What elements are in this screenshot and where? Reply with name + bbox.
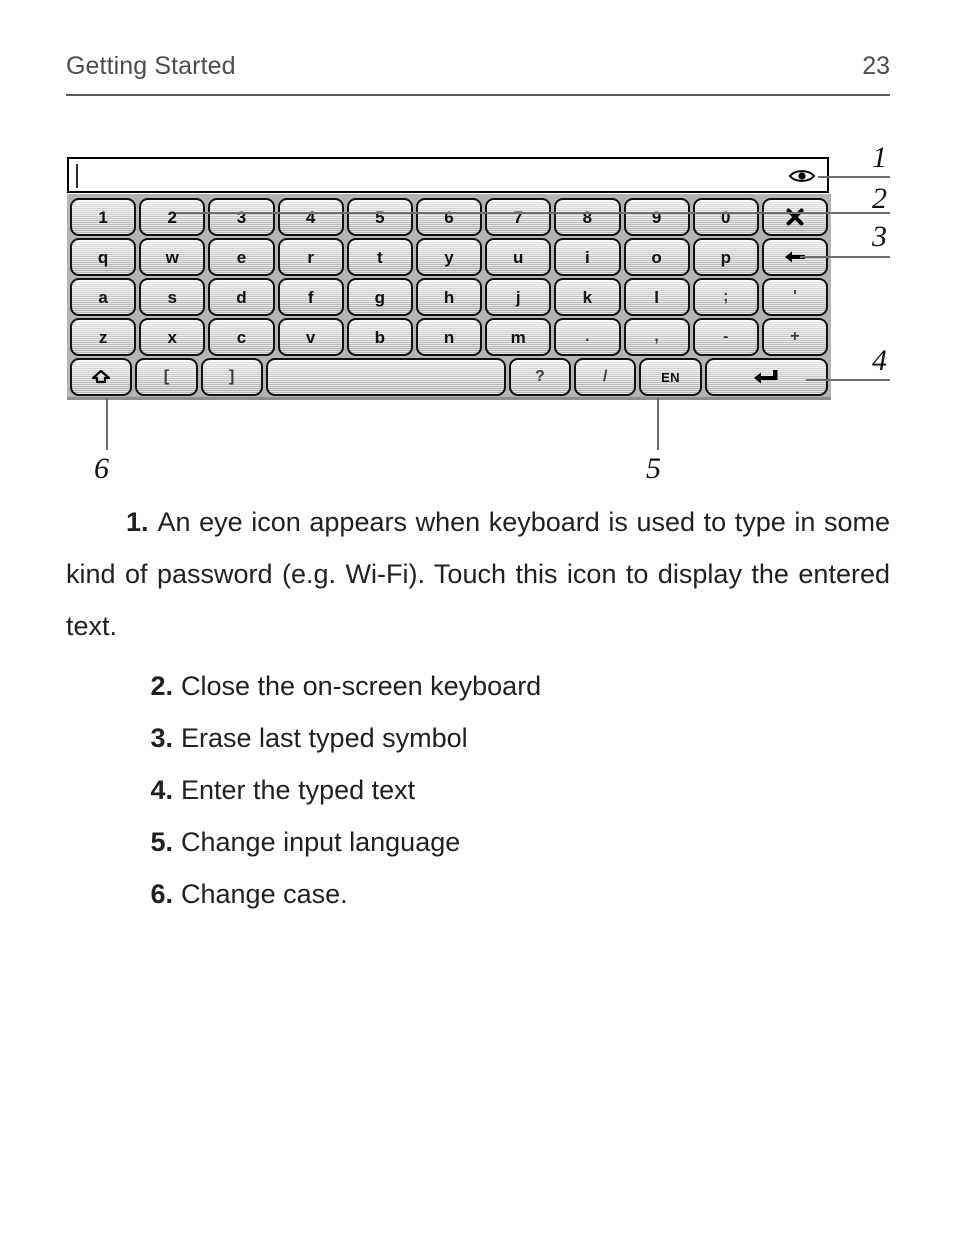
keyboard-row-qwerty: q w e r t y u i o p: [70, 238, 829, 276]
keyboard-row-function: [ ] ? / EN: [70, 358, 828, 396]
list-item-4: 4. Enter the typed text: [66, 764, 890, 816]
keyboard-figure: 1 2 3 4 5 6 7 8 9 0 q w e r t y u i o p …: [0, 0, 954, 500]
key-r[interactable]: r: [277, 238, 344, 276]
key-w[interactable]: w: [139, 238, 206, 276]
space-key[interactable]: [265, 358, 506, 396]
list-marker-6: 6.: [150, 879, 173, 909]
key-4[interactable]: 4: [277, 198, 344, 236]
key-n[interactable]: n: [415, 318, 483, 356]
key-t[interactable]: t: [346, 238, 413, 276]
key-f[interactable]: f: [277, 278, 344, 316]
key-m[interactable]: m: [485, 318, 552, 356]
list-item-2: 2. Close the on-screen keyboard: [66, 660, 890, 712]
key-semicolon[interactable]: ;: [692, 278, 759, 316]
key-apostrophe[interactable]: ': [761, 278, 829, 316]
key-l[interactable]: l: [623, 278, 690, 316]
key-8[interactable]: 8: [554, 198, 621, 236]
close-icon: [785, 207, 805, 227]
key-1[interactable]: 1: [70, 198, 137, 236]
list-text-5: Change input language: [181, 827, 461, 857]
key-minus[interactable]: -: [692, 318, 759, 356]
key-z[interactable]: z: [70, 318, 137, 356]
leader-line-3: [800, 256, 890, 258]
key-3[interactable]: 3: [208, 198, 275, 236]
key-q[interactable]: q: [70, 238, 137, 276]
key-bracket-right[interactable]: ]: [200, 358, 263, 396]
keyboard-row-numbers: 1 2 3 4 5 6 7 8 9 0: [70, 198, 829, 236]
key-d[interactable]: d: [208, 278, 275, 316]
list-marker-2: 2.: [150, 671, 173, 701]
key-s[interactable]: s: [139, 278, 206, 316]
enter-icon: [753, 369, 779, 385]
list-marker-4: 4.: [150, 775, 173, 805]
list-marker-5: 5.: [150, 827, 173, 857]
key-y[interactable]: y: [415, 238, 483, 276]
close-key[interactable]: [761, 198, 829, 236]
key-x[interactable]: x: [139, 318, 206, 356]
key-slash[interactable]: /: [574, 358, 637, 396]
leader-line-4: [806, 379, 890, 381]
virtual-keyboard[interactable]: 1 2 3 4 5 6 7 8 9 0 q w e r t y u i o p …: [67, 194, 831, 400]
key-a[interactable]: a: [70, 278, 137, 316]
leader-line-6: [106, 398, 108, 450]
callout-4: 4: [872, 344, 887, 377]
list-item-3: 3. Erase last typed symbol: [66, 712, 890, 764]
enter-key[interactable]: [704, 358, 828, 396]
list-item-6: 6. Change case.: [66, 868, 890, 920]
key-k[interactable]: k: [554, 278, 621, 316]
list-text-2: Close the on-screen keyboard: [181, 671, 542, 701]
key-g[interactable]: g: [346, 278, 413, 316]
list-text-4: Enter the typed text: [181, 775, 416, 805]
key-6[interactable]: 6: [415, 198, 483, 236]
key-7[interactable]: 7: [485, 198, 552, 236]
key-b[interactable]: b: [346, 318, 413, 356]
key-question[interactable]: ?: [508, 358, 572, 396]
text-cursor: [76, 164, 78, 188]
key-j[interactable]: j: [485, 278, 552, 316]
callout-3: 3: [872, 220, 887, 253]
key-i[interactable]: i: [554, 238, 621, 276]
key-2[interactable]: 2: [139, 198, 206, 236]
key-p[interactable]: p: [692, 238, 759, 276]
key-v[interactable]: v: [277, 318, 344, 356]
list-marker-3: 3.: [150, 723, 173, 753]
key-o[interactable]: o: [623, 238, 690, 276]
key-h[interactable]: h: [415, 278, 483, 316]
leader-line-2: [176, 212, 890, 214]
key-plus[interactable]: +: [761, 318, 829, 356]
key-bracket-left[interactable]: [: [135, 358, 198, 396]
list-text-3: Erase last typed symbol: [181, 723, 468, 753]
key-comma[interactable]: ,: [623, 318, 690, 356]
onscreen-keyboard-illustration: 1 2 3 4 5 6 7 8 9 0 q w e r t y u i o p …: [67, 157, 831, 400]
keyboard-row-zxcv: z x c v b n m . , - +: [70, 318, 829, 356]
list-item-5: 5. Change input language: [66, 816, 890, 868]
leader-line-5: [657, 398, 659, 450]
callout-6: 6: [94, 452, 109, 485]
list-marker-1: 1.: [126, 507, 149, 537]
leader-line-1: [818, 176, 890, 178]
key-9[interactable]: 9: [623, 198, 690, 236]
key-period[interactable]: .: [554, 318, 621, 356]
key-u[interactable]: u: [485, 238, 552, 276]
callout-5: 5: [646, 452, 661, 485]
text-input-field[interactable]: [67, 157, 829, 193]
callout-2: 2: [872, 182, 887, 215]
key-c[interactable]: c: [208, 318, 275, 356]
shift-key[interactable]: [70, 358, 133, 396]
list-item-1: 1. An eye icon appears when keyboard is u…: [66, 496, 890, 652]
key-5[interactable]: 5: [346, 198, 413, 236]
key-0[interactable]: 0: [692, 198, 759, 236]
eye-icon[interactable]: [788, 168, 816, 184]
explanation-list: 1. An eye icon appears when keyboard is u…: [66, 496, 890, 920]
shift-icon: [90, 369, 112, 385]
key-e[interactable]: e: [208, 238, 275, 276]
language-key[interactable]: EN: [639, 358, 702, 396]
callout-1: 1: [872, 141, 887, 174]
list-text-1: An eye icon appears when keyboard is use…: [66, 507, 890, 641]
keyboard-row-asdf: a s d f g h j k l ; ': [70, 278, 829, 316]
